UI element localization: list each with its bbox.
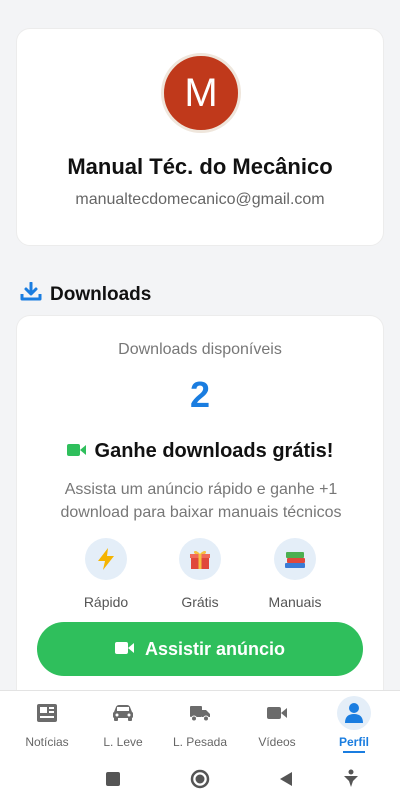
home-button[interactable]: [188, 767, 212, 791]
nav-label: L. Pesada: [172, 735, 228, 749]
back-button[interactable]: [274, 767, 298, 791]
nav-item-news[interactable]: Notícias: [7, 691, 87, 759]
earn-description: Assista um anúncio rápido e ganhe +1 dow…: [60, 481, 342, 521]
avatar-letter: M: [184, 70, 218, 115]
profile-email: manualtecdomecanico@gmail.com: [75, 191, 325, 208]
downloads-section-title: Downloads: [20, 281, 152, 308]
downloads-card: Downloads disponíveis 2 Ganhe downloads …: [16, 315, 384, 715]
recents-button[interactable]: [101, 767, 125, 791]
truck-icon: [189, 701, 211, 725]
earn-title-text: Ganhe downloads grátis!: [94, 440, 334, 462]
car-icon: [112, 701, 134, 725]
earn-downloads-title: Ganhe downloads grátis!: [17, 440, 383, 463]
downloads-title: Downloads: [50, 284, 152, 305]
nav-item-profile[interactable]: Perfil: [314, 691, 394, 759]
person-icon: [337, 696, 371, 730]
feature-label: Grátis: [181, 594, 219, 610]
gift-icon: [179, 538, 221, 580]
watch-ad-label: Assistir anúncio: [144, 638, 286, 659]
feature-fast: Rápido: [61, 538, 151, 610]
accessibility-icon[interactable]: [339, 767, 363, 791]
downloads-available-label: Downloads disponíveis: [118, 341, 282, 358]
nav-label: Perfil: [338, 735, 369, 749]
nav-item-heavy-vehicles[interactable]: L. Pesada: [160, 691, 240, 759]
video-camera-icon: [114, 639, 135, 660]
nav-label: Vídeos: [258, 735, 296, 749]
nav-item-videos[interactable]: Vídeos: [237, 691, 317, 759]
feature-manuals: Manuais: [250, 538, 340, 610]
nav-label: L. Leve: [103, 735, 143, 749]
active-indicator: [343, 751, 365, 753]
feature-label: Rápido: [83, 594, 129, 610]
books-icon: [274, 538, 316, 580]
video-camera-icon: [66, 440, 87, 463]
nav-item-light-vehicles[interactable]: L. Leve: [83, 691, 163, 759]
feature-label: Manuais: [268, 594, 322, 610]
profile-card: M Manual Téc. do Mecânico manualtecdomec…: [16, 28, 384, 246]
profile-name: Manual Téc. do Mecânico: [67, 154, 333, 179]
lightning-icon: [85, 538, 127, 580]
download-icon: [20, 281, 42, 308]
downloads-available-count: 2: [189, 374, 211, 415]
feature-free: Grátis: [155, 538, 245, 610]
watch-ad-button[interactable]: Assistir anúncio: [37, 622, 363, 676]
bottom-nav: Notícias L. Leve L. Pesada Vídeos Perfil: [0, 690, 400, 758]
newspaper-icon: [36, 701, 58, 725]
nav-label: Notícias: [25, 735, 69, 749]
avatar[interactable]: M: [161, 53, 241, 133]
video-icon: [266, 701, 288, 725]
system-nav-bar: [0, 758, 400, 800]
